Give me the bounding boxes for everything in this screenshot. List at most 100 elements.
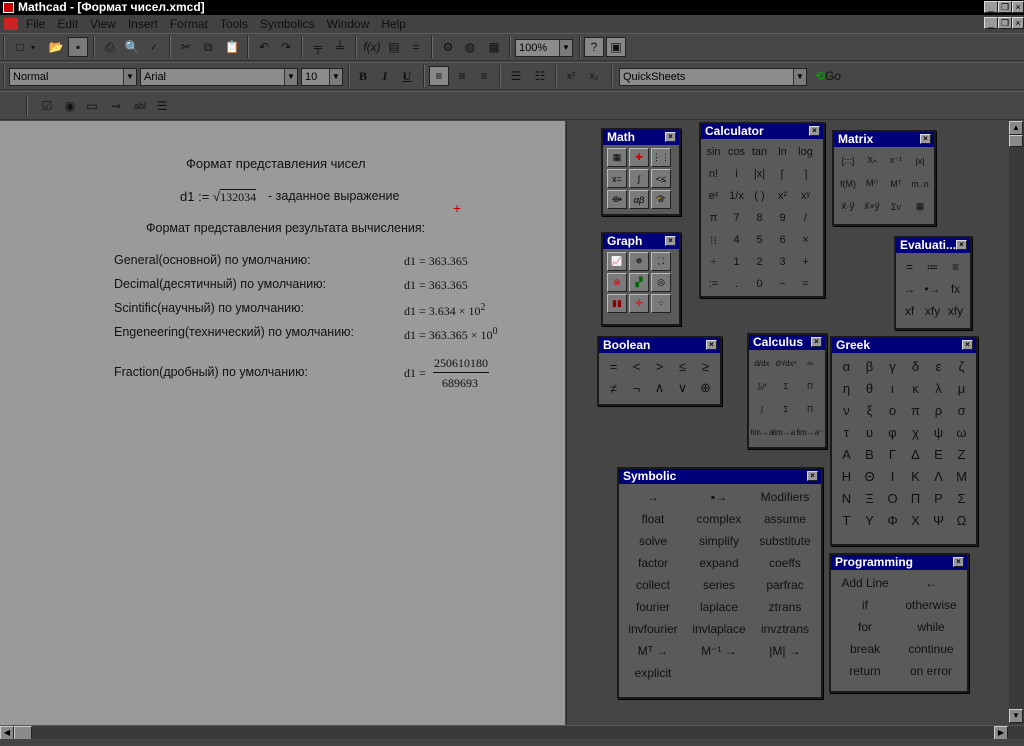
evaluation-button-8[interactable]: xfy (944, 300, 967, 322)
boolean-button-3[interactable]: ≤ (671, 355, 694, 377)
calculator-button-18[interactable]: 9 (771, 207, 794, 229)
symbolic-keyword-12[interactable]: collect (620, 574, 686, 596)
print-icon[interactable]: ⎙ (100, 37, 120, 57)
symbolic-keyword-24[interactable]: explicit (620, 662, 686, 684)
align-center-icon[interactable]: ≡ (452, 66, 472, 86)
symbolic-keyword-13[interactable]: series (686, 574, 752, 596)
greek-letter-19[interactable]: υ (858, 421, 881, 443)
greek-letter-47[interactable]: Ω (950, 509, 973, 531)
greek-letter-18[interactable]: τ (835, 421, 858, 443)
close-icon[interactable]: × (706, 340, 717, 350)
greek-letter-33[interactable]: Κ (904, 465, 927, 487)
matrix-button-0[interactable]: [:::] (836, 149, 860, 172)
evaluation-button-4[interactable]: •→ (921, 278, 944, 300)
menu-edit[interactable]: Edit (51, 17, 84, 31)
greek-letter-12[interactable]: ν (835, 399, 858, 421)
greek-letter-5[interactable]: ζ (950, 355, 973, 377)
calculator-button-9[interactable]: ⌉ (794, 163, 817, 185)
greek-letter-32[interactable]: Ι (881, 465, 904, 487)
greek-letter-44[interactable]: Φ (881, 509, 904, 531)
calculator-button-27[interactable]: 2 (748, 251, 771, 273)
calculate-icon[interactable]: = (406, 37, 426, 57)
scroll-down-icon[interactable]: ▼ (1009, 709, 1023, 723)
greek-letter-11[interactable]: μ (950, 377, 973, 399)
worksheet[interactable] (0, 121, 565, 725)
menu-format[interactable]: Format (164, 17, 214, 31)
greek-letter-40[interactable]: Ρ (927, 487, 950, 509)
symbolic-keyword-22[interactable]: M⁻¹ → (686, 640, 752, 662)
symbolic-keyword-14[interactable]: parfrac (752, 574, 818, 596)
calculator-button-21[interactable]: 4 (725, 229, 748, 251)
textbox-control-icon[interactable]: abl (130, 96, 150, 116)
greek-letter-4[interactable]: ε (927, 355, 950, 377)
calculus-button-6[interactable]: ∫ (750, 398, 774, 421)
matrix-button-10[interactable]: Σv (884, 195, 908, 218)
greek-letter-28[interactable]: Ε (927, 443, 950, 465)
greek-letter-27[interactable]: Δ (904, 443, 927, 465)
calculator-button-7[interactable]: |x| (748, 163, 771, 185)
menu-symbolics[interactable]: Symbolics (254, 17, 321, 31)
greek-letter-29[interactable]: Ζ (950, 443, 973, 465)
greek-letter-14[interactable]: ο (881, 399, 904, 421)
calculus-button-11[interactable]: lim→a⁻ (797, 421, 824, 444)
greek-letter-25[interactable]: Β (858, 443, 881, 465)
calculus-button-7[interactable]: Σ (774, 398, 798, 421)
matrix-button-3[interactable]: |x| (908, 149, 932, 172)
new-icon[interactable]: □ (10, 37, 30, 57)
evaluation-button-1[interactable]: ≔ (921, 256, 944, 278)
programming-keyword-1[interactable]: ← (898, 572, 964, 594)
calculus-button-4[interactable]: Σ (774, 375, 798, 398)
boolean-palette-title[interactable]: Boolean × (599, 338, 720, 353)
scroll-up-icon[interactable]: ▲ (1009, 121, 1023, 135)
graph-toolbar-icon[interactable]: ✚ (629, 148, 649, 167)
underline-button[interactable]: U (397, 66, 417, 86)
calculator-button-23[interactable]: 6 (771, 229, 794, 251)
close-icon[interactable]: × (962, 340, 973, 350)
calculus-button-9[interactable]: lim→a (750, 421, 774, 444)
programming-keyword-6[interactable]: break (832, 638, 898, 660)
close-icon[interactable]: × (1012, 1, 1024, 13)
close-icon[interactable]: × (807, 471, 818, 481)
greek-letter-31[interactable]: Θ (858, 465, 881, 487)
greek-letter-24[interactable]: Α (835, 443, 858, 465)
chevron-down-icon[interactable]: ▼ (559, 40, 572, 56)
hscroll-thumb[interactable] (14, 726, 32, 740)
greek-letter-42[interactable]: Τ (835, 509, 858, 531)
greek-letter-1[interactable]: β (858, 355, 881, 377)
greek-letter-7[interactable]: θ (858, 377, 881, 399)
bold-button[interactable]: B (353, 66, 373, 86)
restore-icon[interactable]: ❐ (998, 1, 1012, 13)
symbolic-keyword-4[interactable]: complex (686, 508, 752, 530)
vector-field-icon[interactable]: ◎ (651, 273, 671, 292)
menu-tools[interactable]: Tools (214, 17, 254, 31)
spellcheck-icon[interactable]: ✓ (144, 37, 164, 57)
insert-component-icon[interactable]: ⚙ (438, 37, 458, 57)
calculator-button-13[interactable]: x² (771, 185, 794, 207)
calculator-button-31[interactable]: . (725, 273, 748, 295)
greek-letter-37[interactable]: Ξ (858, 487, 881, 509)
button-control-icon[interactable]: ▭ (82, 96, 102, 116)
calculator-button-30[interactable]: := (702, 273, 725, 295)
calculus-button-0[interactable]: d/dx (750, 352, 774, 375)
calculus-button-2[interactable]: ∞ (798, 352, 822, 375)
programming-palette-title[interactable]: Programming × (831, 555, 967, 570)
slider-control-icon[interactable]: ⊸ (106, 96, 126, 116)
calculus-palette-title[interactable]: Calculus × (749, 335, 825, 350)
greek-letter-35[interactable]: Μ (950, 465, 973, 487)
calculator-button-5[interactable]: n! (702, 163, 725, 185)
greek-letter-2[interactable]: γ (881, 355, 904, 377)
doc-restore-icon[interactable]: ❐ (998, 17, 1012, 29)
matrix-button-1[interactable]: Xₙ (860, 149, 884, 172)
boolean-button-0[interactable]: = (602, 355, 625, 377)
greek-letter-20[interactable]: φ (881, 421, 904, 443)
horizontal-scrollbar[interactable]: ◀ ▶ (0, 725, 1024, 740)
insert-function-icon[interactable]: f(x) (362, 37, 382, 57)
symbolic-keyword-2[interactable]: Modifiers (752, 486, 818, 508)
greek-letter-0[interactable]: α (835, 355, 858, 377)
new-dropdown-icon[interactable]: ▾ (28, 37, 38, 57)
chevron-down-icon[interactable]: ▼ (284, 69, 297, 85)
zoom-select[interactable]: 100% ▼ (515, 39, 573, 57)
open-icon[interactable]: 📂 (46, 37, 66, 57)
listbox-control-icon[interactable]: ☰ (152, 96, 172, 116)
symbolic-keyword-7[interactable]: simplify (686, 530, 752, 552)
